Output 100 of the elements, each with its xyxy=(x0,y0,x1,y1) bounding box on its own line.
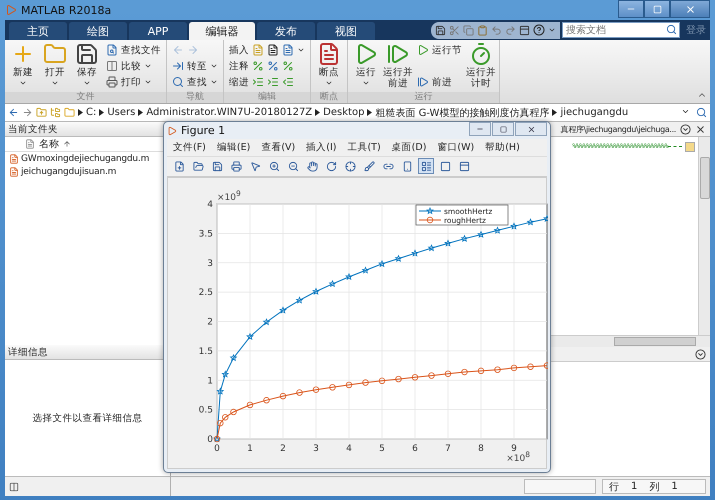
options-icon xyxy=(695,348,706,360)
ribbon-button[interactable]: 断点 xyxy=(314,42,344,92)
ribbon-tab[interactable]: 主页 xyxy=(9,22,67,40)
maximize-button[interactable] xyxy=(644,0,670,18)
search-field[interactable]: 搜索文档 xyxy=(562,22,680,38)
search-icon xyxy=(172,76,184,88)
ribbon-tab[interactable]: APP xyxy=(129,22,187,40)
ribbon-small-button[interactable]: 查找文件 xyxy=(106,43,161,57)
cut-icon xyxy=(449,24,460,36)
menu-item[interactable]: 工具(T) xyxy=(347,141,381,154)
circle-marker xyxy=(296,389,303,396)
menu-item[interactable]: 桌面(D) xyxy=(392,141,426,154)
ribbon-small-button[interactable]: 比较 xyxy=(106,59,161,73)
go-to-icon xyxy=(172,60,184,72)
scrollbar-thumb[interactable] xyxy=(614,337,696,346)
file-name[interactable]: GWmoxingdejiechugangdu.m xyxy=(21,154,150,164)
editor-path: 真程序\jiechugangdu\jeichuga... xyxy=(560,124,676,134)
ribbon-small-button[interactable]: 查找 xyxy=(172,75,218,89)
run-advance-icon xyxy=(386,42,410,66)
tick-label: 8 xyxy=(478,444,484,454)
ribbon-tab[interactable]: 编辑器 xyxy=(189,22,255,40)
path-segment[interactable]: Desktop xyxy=(323,107,364,118)
circle-marker xyxy=(246,402,254,408)
separator-icon xyxy=(367,109,372,116)
ribbon-button[interactable]: 新建 xyxy=(8,42,38,92)
column-label: 列 xyxy=(649,480,660,494)
ribbon-small-button[interactable]: 缩进 xyxy=(229,75,305,89)
menu-item[interactable]: 帮助(H) xyxy=(485,141,520,154)
menu-item[interactable]: 编辑(E) xyxy=(216,141,250,154)
ribbon-tab[interactable]: 绘图 xyxy=(69,22,127,40)
ribbon-small-button[interactable]: 转至 xyxy=(172,59,218,73)
path-segment[interactable]: Users xyxy=(107,107,136,118)
ribbon-small-button[interactable]: 插入 xyxy=(229,43,305,57)
layout-icon xyxy=(519,24,530,36)
status-marker-icon xyxy=(685,142,695,152)
ribbon-button[interactable]: 运行 xyxy=(351,42,381,92)
login-link[interactable]: 登录 xyxy=(682,23,710,37)
path-segment[interactable]: Administrator.WIN7U-20180127Z xyxy=(146,107,312,118)
circle-marker xyxy=(510,364,518,372)
ribbon-button[interactable]: 打开 xyxy=(40,42,70,92)
help-icon xyxy=(533,24,545,36)
window-title: MATLAB R2018a xyxy=(21,4,112,16)
close-button[interactable] xyxy=(670,0,710,18)
save-icon xyxy=(75,42,99,66)
tick-label: 0 xyxy=(214,444,220,454)
brush-icon xyxy=(364,160,374,172)
ribbon-button[interactable]: 运行并计时 xyxy=(466,42,496,92)
zoom-in-icon xyxy=(268,160,280,172)
search-icon xyxy=(666,24,677,35)
ribbon-small-button[interactable]: 注释 xyxy=(229,59,305,73)
menu-item[interactable]: 文件(F) xyxy=(173,141,206,154)
group-label: 文件 xyxy=(5,92,166,103)
up-folder-icon xyxy=(36,107,47,118)
ribbon-tab[interactable]: 视图 xyxy=(317,22,375,40)
file-name[interactable]: jeichugangdujisuan.m xyxy=(21,166,116,176)
forward-icon xyxy=(187,44,199,56)
menu-item[interactable]: 窗口(W) xyxy=(437,141,474,154)
ribbon-small-button[interactable]: 打印 xyxy=(106,75,161,89)
uncomment-icon xyxy=(267,60,279,72)
path-segment[interactable]: jiechugangdu xyxy=(560,107,628,118)
separator-icon xyxy=(552,109,558,116)
smart-indent-icon xyxy=(252,76,264,88)
caret-icon xyxy=(83,79,91,87)
star-marker xyxy=(230,354,238,362)
ribbon-button[interactable]: 保存 xyxy=(72,42,102,92)
path-segment[interactable]: C: xyxy=(86,107,96,118)
print-icon xyxy=(106,76,118,88)
tick-label: 1.5 xyxy=(198,346,213,357)
advance-icon xyxy=(417,76,429,88)
run-section-icon xyxy=(417,44,429,56)
group-label: 导航 xyxy=(167,92,223,103)
caret-icon xyxy=(19,79,27,87)
toolbar-button[interactable] xyxy=(418,158,434,174)
menu-item[interactable]: 插入(I) xyxy=(306,141,336,154)
close-button[interactable] xyxy=(515,122,547,136)
comment-icon xyxy=(252,60,264,72)
column-header[interactable]: 名称 xyxy=(39,137,59,151)
caret-icon xyxy=(51,79,59,87)
file-icon xyxy=(25,139,35,149)
ribbon-tab[interactable]: 发布 xyxy=(257,22,315,40)
path-segment[interactable]: 粗糙表面 G-W模型的接触刚度仿真程序 xyxy=(375,106,550,120)
circle-marker xyxy=(230,408,237,416)
star-marker xyxy=(394,254,402,262)
circle-marker xyxy=(346,382,352,388)
ribbon-button[interactable]: 运行并前进 xyxy=(383,42,413,92)
star-marker xyxy=(246,332,254,340)
scrollbar-thumb[interactable] xyxy=(700,157,710,199)
column-value: 1 xyxy=(671,481,678,492)
ribbon-small-button[interactable]: 前进 xyxy=(417,75,462,89)
ribbon-small-button[interactable]: 运行节 xyxy=(417,43,462,57)
options-icon xyxy=(680,124,691,134)
panel-icon xyxy=(458,160,470,172)
tick-label: 0.5 xyxy=(198,406,213,416)
axis-exponent: ×10$^{9}$ xyxy=(217,188,241,203)
maximize-button[interactable] xyxy=(492,122,514,136)
row-value: 1 xyxy=(631,481,638,492)
forward-icon xyxy=(22,107,33,118)
menu-item[interactable]: 查看(V) xyxy=(261,141,296,154)
minimize-button[interactable] xyxy=(618,0,644,18)
circle-marker xyxy=(412,374,418,380)
